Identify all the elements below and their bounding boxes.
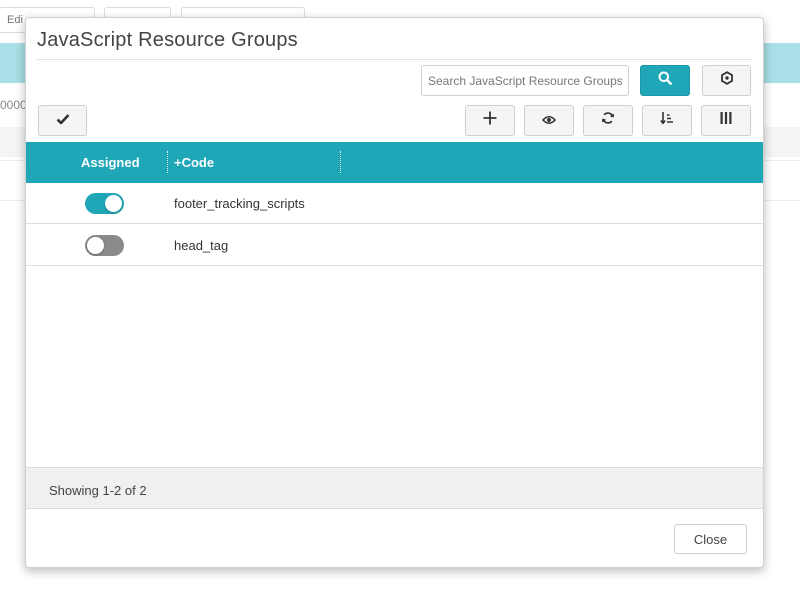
settings-button[interactable] <box>702 65 751 96</box>
search-button[interactable] <box>640 65 690 96</box>
assigned-toggle[interactable] <box>85 193 124 214</box>
code-cell: head_tag <box>174 238 229 253</box>
toggle-knob <box>87 237 104 254</box>
sort-icon <box>660 111 674 130</box>
dialog-title: JavaScript Resource Groups <box>37 29 298 51</box>
search-icon <box>658 71 672 90</box>
table-row[interactable]: footer_tracking_scripts <box>26 183 763 224</box>
columns-button[interactable] <box>701 105 751 136</box>
grid-header: Assigned +Code <box>26 142 763 183</box>
gear-icon <box>720 71 734 90</box>
pagination-summary: Showing 1-2 of 2 <box>49 483 147 498</box>
refresh-button[interactable] <box>583 105 633 136</box>
column-header-assigned[interactable]: Assigned <box>81 155 140 170</box>
column-resize-handle[interactable] <box>340 151 341 173</box>
toggle-knob <box>105 195 122 212</box>
close-button[interactable]: Close <box>674 524 747 554</box>
code-cell: footer_tracking_scripts <box>174 196 305 211</box>
check-icon <box>56 112 70 130</box>
resource-groups-dialog: JavaScript Resource Groups Search JavaSc… <box>25 17 764 568</box>
table-row[interactable]: head_tag <box>26 225 763 266</box>
eye-icon <box>541 112 557 130</box>
assigned-toggle[interactable] <box>85 235 124 256</box>
add-button[interactable] <box>465 105 515 136</box>
columns-icon <box>719 111 733 130</box>
select-button[interactable] <box>38 105 87 136</box>
search-input[interactable] <box>421 65 629 96</box>
view-button[interactable] <box>524 105 574 136</box>
sort-button[interactable] <box>642 105 692 136</box>
refresh-icon <box>601 111 615 130</box>
grid-footer: Showing 1-2 of 2 <box>26 467 763 509</box>
plus-icon <box>483 111 497 130</box>
background-partial-text: 0000 <box>0 98 27 112</box>
title-divider <box>37 59 752 60</box>
column-header-code[interactable]: +Code <box>174 155 214 170</box>
column-resize-handle[interactable] <box>167 151 168 173</box>
